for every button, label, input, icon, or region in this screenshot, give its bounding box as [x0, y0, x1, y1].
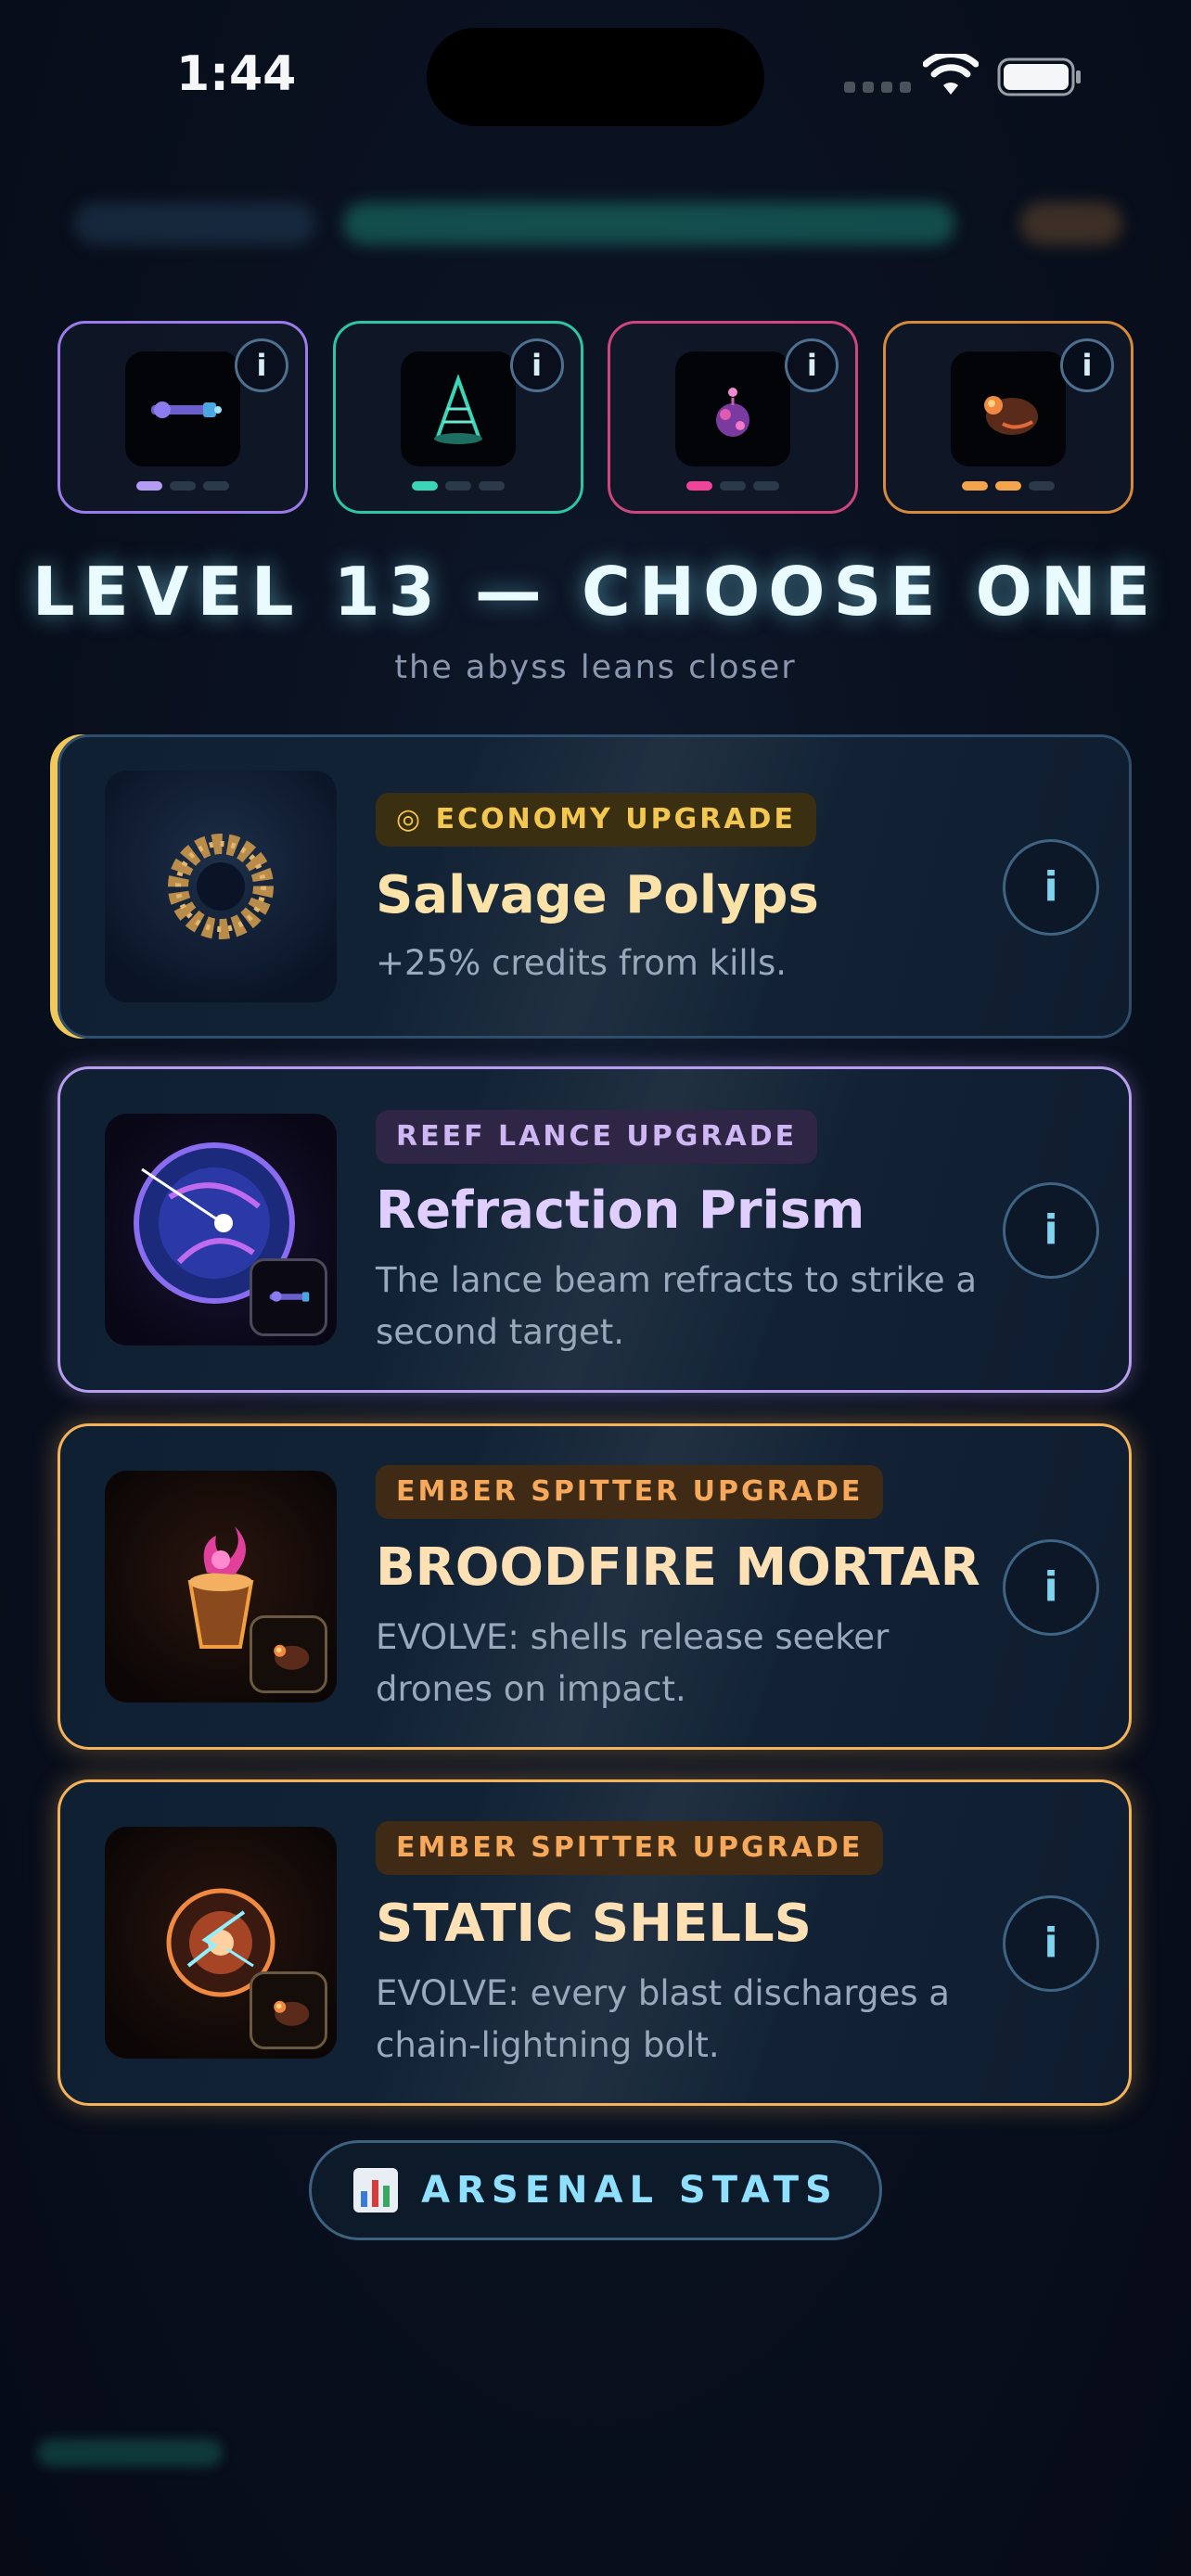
upgrade-description: The lance beam refracts to strike a seco…	[376, 1260, 978, 1352]
ember-spitter-mini-icon	[250, 1971, 327, 2049]
upgrade-info-button[interactable]: i	[1003, 1182, 1099, 1279]
ember-spitter-icon	[950, 351, 1066, 466]
weapon-slot-spore-bloom[interactable]: i	[608, 321, 859, 514]
upgrade-name: Refraction Prism	[376, 1180, 865, 1241]
upgrade-card-refraction-prism[interactable]: REEF LANCE UPGRADE Refraction Prism The …	[58, 1066, 1132, 1393]
upgrade-card-broodfire-mortar[interactable]: EMBER SPITTER UPGRADE BROODFIRE MORTAR E…	[58, 1423, 1132, 1750]
blurred-hud-right	[1020, 202, 1122, 245]
upgrade-description: EVOLVE: every blast discharges a chain-l…	[376, 1973, 950, 2065]
static-shells-art	[105, 1827, 337, 2059]
bar-chart-icon	[353, 2168, 399, 2213]
upgrade-card-static-shells[interactable]: EMBER SPITTER UPGRADE STATIC SHELLS EVOL…	[58, 1779, 1132, 2106]
refraction-prism-art	[105, 1114, 337, 1345]
dynamic-island	[427, 28, 764, 126]
slot-info-button[interactable]: i	[1059, 338, 1114, 392]
coral-tower-icon	[400, 351, 516, 466]
upgrade-info-button[interactable]: i	[1003, 1895, 1099, 1992]
blurred-hud-health	[343, 202, 955, 245]
reef-lance-mini-icon	[250, 1258, 327, 1336]
cellular-signal-icon	[844, 82, 911, 93]
salvage-polyps-art	[105, 771, 337, 1002]
spore-bloom-icon	[675, 351, 791, 466]
upgrade-type-badge: ◎ ECONOMY UPGRADE	[376, 793, 816, 847]
blurred-hud-footer	[37, 2439, 223, 2467]
level-up-subtitle: the abyss leans closer	[394, 649, 797, 686]
slot-info-button[interactable]: i	[235, 338, 288, 392]
upgrade-type-badge: EMBER SPITTER UPGRADE	[376, 1821, 884, 1875]
upgrade-info-button[interactable]: i	[1003, 1539, 1099, 1636]
slot-level-pips	[886, 481, 1131, 491]
weapon-slot-reef-lance[interactable]: i	[58, 321, 308, 514]
weapon-slot-coral-tower[interactable]: i	[332, 321, 583, 514]
upgrade-name: STATIC SHELLS	[376, 1894, 812, 1954]
upgrade-description: EVOLVE: shells release seeker drones on …	[376, 1617, 890, 1709]
upgrade-name: Salvage Polyps	[376, 865, 819, 925]
upgrade-type-badge: REEF LANCE UPGRADE	[376, 1110, 818, 1164]
upgrade-type-badge: EMBER SPITTER UPGRADE	[376, 1465, 884, 1519]
upgrade-card-salvage-polyps[interactable]: ◎ ECONOMY UPGRADE Salvage Polyps +25% cr…	[58, 734, 1132, 1039]
status-time: 1:44	[176, 46, 297, 102]
slot-level-pips	[610, 481, 855, 491]
upgrade-info-button[interactable]: i	[1003, 839, 1099, 936]
reef-lance-icon	[125, 351, 240, 466]
level-up-title: LEVEL 13 — CHOOSE ONE	[32, 553, 1159, 631]
arsenal-stats-button[interactable]: ARSENAL STATS	[309, 2140, 882, 2240]
weapon-slots: i i i i	[58, 321, 1133, 514]
blurred-hud-left	[74, 202, 315, 245]
weapon-slot-ember-spitter[interactable]: i	[882, 321, 1133, 514]
wifi-icon	[923, 54, 979, 95]
broodfire-mortar-art	[105, 1471, 337, 1702]
slot-level-pips	[60, 481, 305, 491]
status-bar: 1:44	[0, 0, 1191, 148]
upgrade-name: BROODFIRE MORTAR	[376, 1537, 980, 1598]
battery-icon	[997, 57, 1081, 96]
slot-level-pips	[336, 481, 581, 491]
arsenal-stats-label: ARSENAL STATS	[421, 2169, 839, 2212]
ember-spitter-mini-icon	[250, 1615, 327, 1693]
slot-info-button[interactable]: i	[785, 338, 839, 392]
slot-info-button[interactable]: i	[509, 338, 564, 392]
upgrade-description: +25% credits from kills.	[376, 943, 787, 983]
